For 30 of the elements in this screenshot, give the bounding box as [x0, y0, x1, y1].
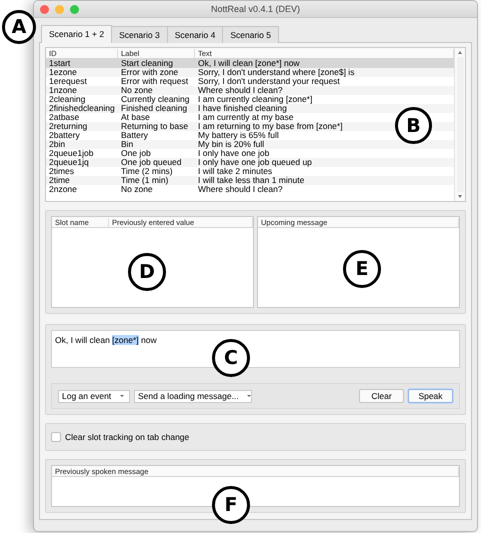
table-row[interactable]: 2bin Bin My bin is 20% full — [46, 140, 454, 149]
table-row[interactable]: 1start Start cleaning Ok, I will clean [zone*] now — [46, 59, 454, 68]
table-row[interactable]: 2cleaning Currently cleaning I am currently cleaning [zone*] — [46, 95, 454, 104]
action-button[interactable]: Speak — [408, 389, 453, 403]
table-row[interactable]: 1ezone Error with zone Sorry, I don't understand where [zone$] is — [46, 68, 454, 77]
dropdown[interactable]: Send a loading message... — [134, 390, 252, 402]
minimize-button[interactable] — [55, 4, 64, 14]
checkbox[interactable] — [51, 432, 61, 442]
checkbox-label: Clear slot tracking on tab change — [65, 432, 190, 442]
scrollbar[interactable] — [454, 48, 465, 201]
action-button[interactable]: Clear — [359, 389, 404, 403]
tab[interactable]: Scenario 5 — [222, 26, 279, 43]
table-row[interactable]: 2queue1jq One job queued I only have one job queued up — [46, 158, 454, 167]
window-title: NottReal v0.4.1 (DEV) — [210, 4, 300, 14]
table-row[interactable]: 1nzone No zone Where should I clean? — [46, 86, 454, 95]
tab[interactable]: Scenario 1 + 2 — [41, 25, 112, 43]
table-row[interactable]: 2queue1job One job I only have one job — [46, 149, 454, 158]
caret-icon — [120, 395, 124, 397]
tab[interactable]: Scenario 4 — [166, 26, 224, 43]
table-row[interactable]: 2times Time (2 mins) I will take 2 minutes — [46, 167, 454, 176]
caret-icon — [246, 395, 251, 397]
table-row[interactable]: 2time Time (1 min) I will take less than 1 minute — [46, 176, 454, 185]
zoom-button[interactable] — [70, 4, 79, 14]
table-row[interactable]: 1erequest Error with request Sorry, I don't understand your request — [46, 77, 454, 86]
tab[interactable]: Scenario 3 — [111, 26, 168, 43]
close-button[interactable] — [40, 4, 49, 14]
callout-label: A — [2, 10, 36, 44]
table-row[interactable]: 2nzone No zone Where should I clean? — [46, 185, 454, 194]
table-row[interactable]: 2finishedcleaning Finished cleaning I have finished cleaning — [46, 104, 454, 113]
dropdown[interactable]: Log an event — [58, 390, 130, 402]
